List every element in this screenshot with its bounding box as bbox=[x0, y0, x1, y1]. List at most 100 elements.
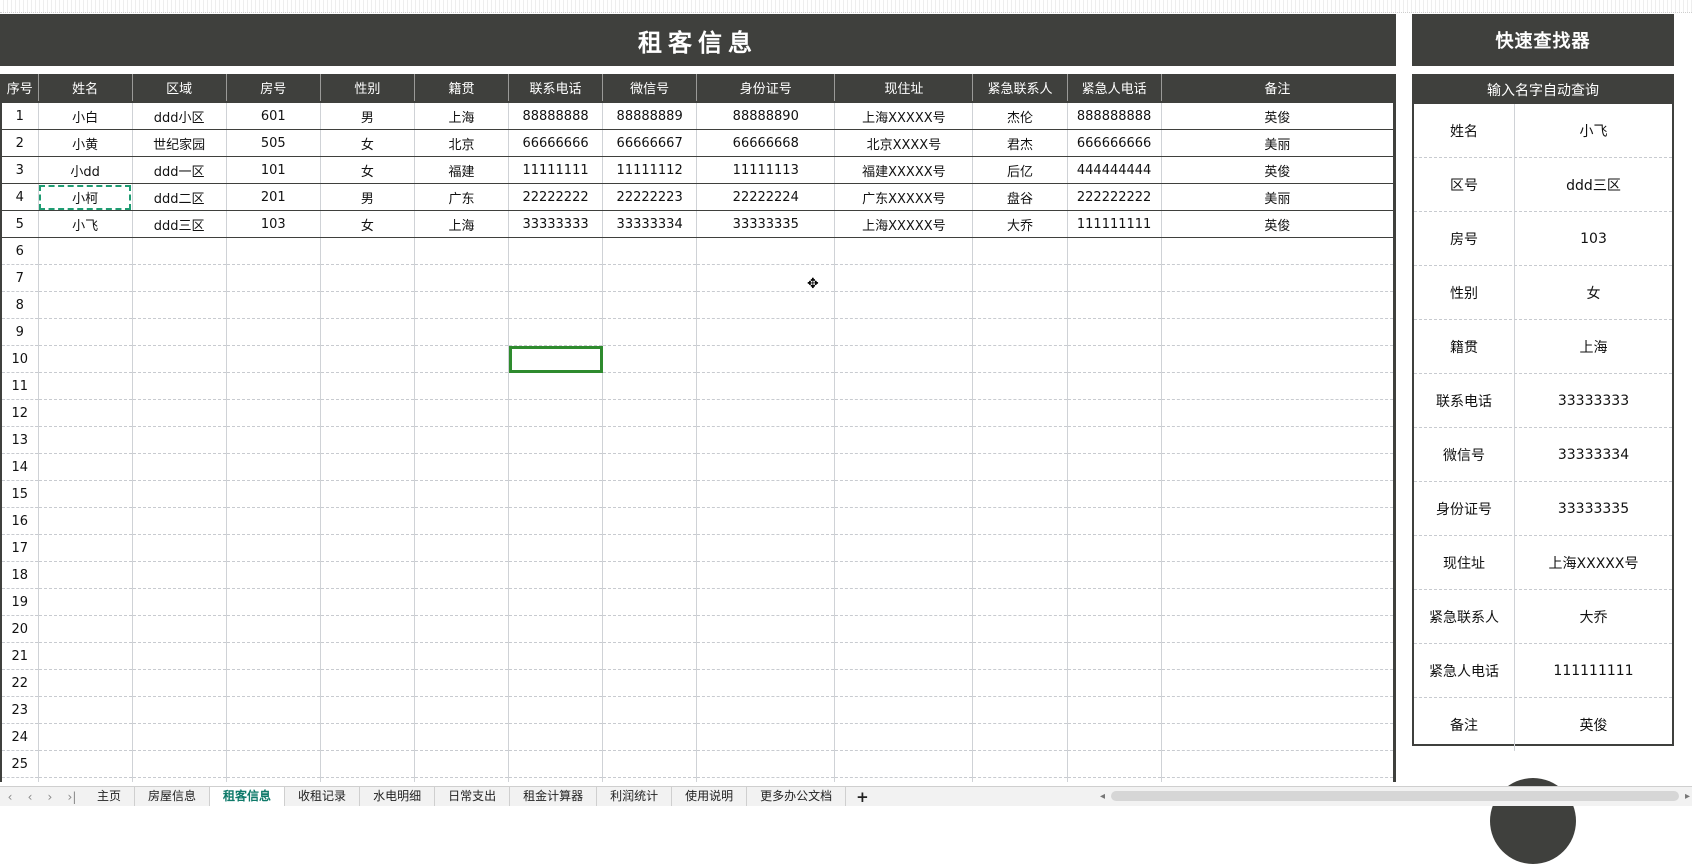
table-cell[interactable] bbox=[38, 453, 133, 481]
table-cell[interactable] bbox=[508, 777, 604, 782]
row-number-cell[interactable]: 25 bbox=[2, 750, 39, 778]
table-cell[interactable] bbox=[602, 345, 698, 373]
table-cell[interactable]: 88888889 bbox=[602, 102, 698, 130]
table-cell[interactable] bbox=[602, 453, 698, 481]
table-cell[interactable]: 上海 bbox=[414, 210, 510, 238]
table-cell[interactable] bbox=[320, 399, 415, 427]
table-cell[interactable] bbox=[38, 507, 133, 535]
table-cell[interactable] bbox=[696, 561, 836, 589]
table-cell[interactable] bbox=[1067, 642, 1162, 670]
table-cell[interactable] bbox=[132, 453, 227, 481]
table-cell[interactable] bbox=[696, 480, 836, 508]
table-cell[interactable] bbox=[1161, 561, 1393, 589]
table-cell[interactable]: 后亿 bbox=[972, 156, 1068, 184]
table-cell[interactable] bbox=[834, 534, 974, 562]
table-cell[interactable] bbox=[834, 291, 974, 319]
row-number-cell[interactable]: 19 bbox=[2, 588, 39, 616]
table-cell[interactable] bbox=[38, 615, 133, 643]
table-cell[interactable] bbox=[1067, 372, 1162, 400]
table-cell[interactable]: ddd三区 bbox=[132, 210, 227, 238]
table-cell[interactable] bbox=[38, 291, 133, 319]
row-number-cell[interactable]: 17 bbox=[2, 534, 39, 562]
table-cell[interactable] bbox=[1161, 237, 1393, 265]
table-cell[interactable] bbox=[1161, 372, 1393, 400]
table-cell[interactable] bbox=[972, 264, 1068, 292]
table-cell[interactable] bbox=[1161, 399, 1393, 427]
table-cell[interactable] bbox=[226, 750, 321, 778]
table-cell[interactable] bbox=[602, 561, 698, 589]
column-header[interactable]: 身份证号 bbox=[696, 74, 836, 103]
row-number-cell[interactable]: 16 bbox=[2, 507, 39, 535]
scroll-left-icon[interactable]: ◂ bbox=[1100, 791, 1105, 802]
table-cell[interactable] bbox=[602, 237, 698, 265]
row-number-cell[interactable]: 21 bbox=[2, 642, 39, 670]
sheet-tab[interactable]: 使用说明 bbox=[672, 787, 748, 806]
table-cell[interactable] bbox=[132, 318, 227, 346]
table-cell[interactable] bbox=[834, 777, 974, 782]
table-cell[interactable] bbox=[414, 696, 510, 724]
table-cell[interactable] bbox=[972, 723, 1068, 751]
table-cell[interactable] bbox=[320, 777, 415, 782]
table-cell[interactable] bbox=[696, 642, 836, 670]
table-cell[interactable] bbox=[834, 318, 974, 346]
row-number-cell[interactable]: 1 bbox=[2, 102, 39, 130]
table-cell[interactable]: 小黄 bbox=[38, 129, 133, 157]
table-cell[interactable] bbox=[508, 534, 604, 562]
table-cell[interactable] bbox=[320, 588, 415, 616]
table-cell[interactable] bbox=[38, 696, 133, 724]
table-cell[interactable] bbox=[1067, 723, 1162, 751]
table-cell[interactable] bbox=[972, 372, 1068, 400]
table-cell[interactable] bbox=[38, 561, 133, 589]
table-cell[interactable] bbox=[320, 669, 415, 697]
table-cell[interactable] bbox=[38, 534, 133, 562]
table-cell[interactable] bbox=[696, 291, 836, 319]
table-cell[interactable] bbox=[602, 777, 698, 782]
table-cell[interactable] bbox=[132, 669, 227, 697]
table-cell[interactable]: 小白 bbox=[38, 102, 133, 130]
table-cell[interactable]: 盘谷 bbox=[972, 183, 1068, 211]
table-cell[interactable]: 111111111 bbox=[1067, 210, 1162, 238]
table-cell[interactable] bbox=[320, 237, 415, 265]
table-cell[interactable] bbox=[226, 264, 321, 292]
column-header[interactable]: 备注 bbox=[1161, 74, 1393, 103]
table-cell[interactable]: 美丽 bbox=[1161, 129, 1393, 157]
table-cell[interactable] bbox=[1067, 669, 1162, 697]
table-cell[interactable] bbox=[38, 480, 133, 508]
prev-sheet-icon[interactable]: ‹ bbox=[28, 790, 33, 804]
table-cell[interactable] bbox=[414, 642, 510, 670]
table-cell[interactable] bbox=[414, 237, 510, 265]
table-cell[interactable] bbox=[414, 264, 510, 292]
table-cell[interactable]: 世纪家园 bbox=[132, 129, 227, 157]
table-cell[interactable] bbox=[508, 453, 604, 481]
table-cell[interactable] bbox=[1067, 777, 1162, 782]
table-cell[interactable] bbox=[226, 642, 321, 670]
table-cell[interactable] bbox=[320, 480, 415, 508]
table-cell[interactable] bbox=[1161, 696, 1393, 724]
table-cell[interactable] bbox=[320, 264, 415, 292]
table-cell[interactable] bbox=[320, 696, 415, 724]
table-cell[interactable]: 上海 bbox=[414, 102, 510, 130]
table-cell[interactable]: 君杰 bbox=[972, 129, 1068, 157]
table-cell[interactable]: ddd一区 bbox=[132, 156, 227, 184]
table-cell[interactable] bbox=[132, 588, 227, 616]
table-cell[interactable] bbox=[226, 237, 321, 265]
table-cell[interactable] bbox=[508, 642, 604, 670]
table-cell[interactable]: 88888888 bbox=[508, 102, 604, 130]
table-cell[interactable]: 101 bbox=[226, 156, 321, 184]
table-cell[interactable]: 北京 bbox=[414, 129, 510, 157]
table-cell[interactable] bbox=[602, 426, 698, 454]
add-sheet-button[interactable]: + bbox=[846, 788, 879, 806]
table-cell[interactable] bbox=[414, 318, 510, 346]
table-cell[interactable] bbox=[508, 372, 604, 400]
horizontal-scrollbar[interactable]: ◂ ▸ bbox=[1100, 790, 1690, 802]
table-cell[interactable] bbox=[320, 723, 415, 751]
sheet-tab[interactable]: 水电明细 bbox=[360, 787, 436, 806]
table-cell[interactable] bbox=[320, 426, 415, 454]
table-cell[interactable] bbox=[696, 237, 836, 265]
table-cell[interactable]: 88888890 bbox=[696, 102, 836, 130]
table-cell[interactable] bbox=[132, 777, 227, 782]
row-number-cell[interactable]: 9 bbox=[2, 318, 39, 346]
table-cell[interactable] bbox=[1067, 615, 1162, 643]
table-cell[interactable] bbox=[1067, 291, 1162, 319]
table-cell[interactable] bbox=[972, 345, 1068, 373]
